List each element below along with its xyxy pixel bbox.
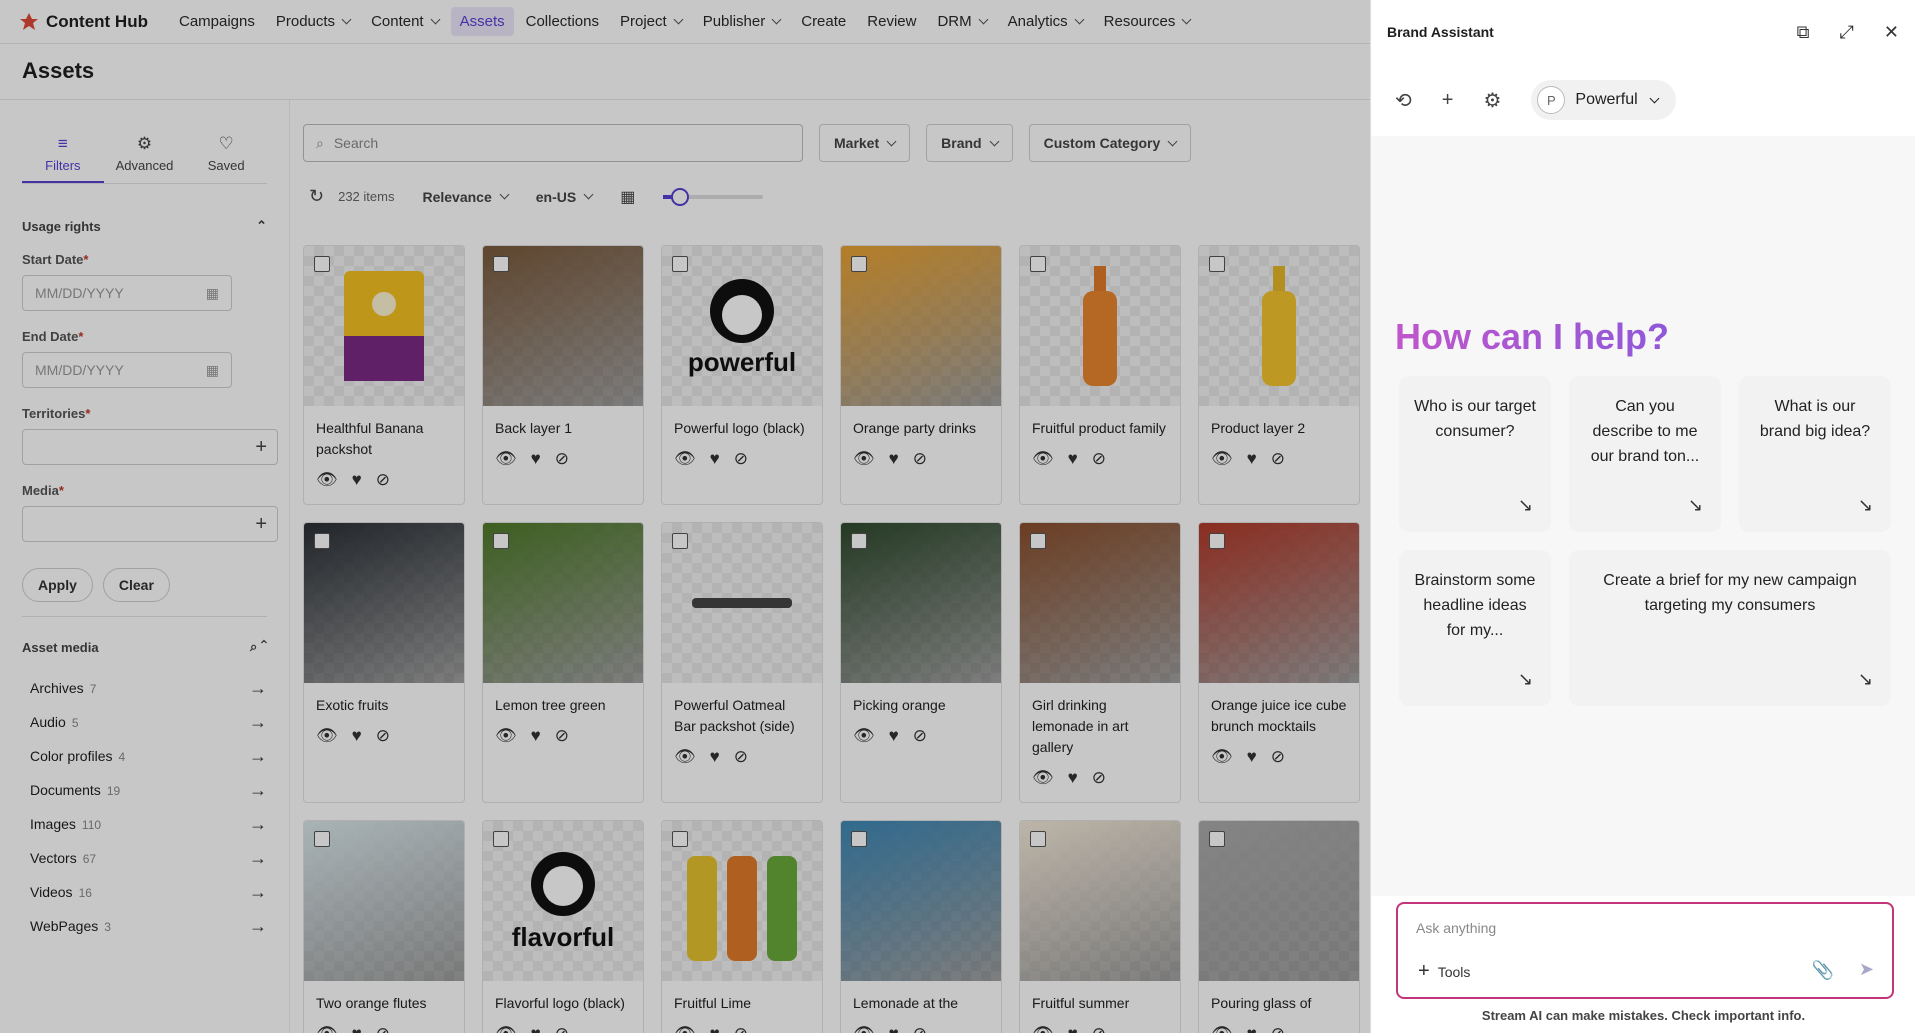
suggestion-text: Can you describe to me our brand ton... [1590, 398, 1700, 465]
settings-sliders-icon[interactable]: ⚙ [1483, 88, 1501, 113]
assistant-body: How can I help? Who is our target consum… [1371, 136, 1915, 896]
suggestion-text: Create a brief for my new campaign targe… [1603, 572, 1857, 614]
suggestion-card[interactable]: Brainstorm some headline ideas for my...… [1399, 550, 1551, 706]
send-icon[interactable]: ➤ [1859, 959, 1874, 980]
plus-icon: + [1418, 960, 1430, 982]
suggestion-card[interactable]: What is our brand big idea? ↘ [1739, 376, 1891, 532]
tools-button[interactable]: + Tools [1418, 960, 1470, 983]
suggestion-text: Who is our target consumer? [1414, 398, 1536, 440]
close-icon[interactable]: ✕ [1884, 22, 1899, 43]
ai-disclaimer: Stream AI can make mistakes. Check impor… [1481, 1008, 1806, 1023]
modal-backdrop[interactable] [0, 0, 1370, 1033]
arrow-down-right-icon: ↘ [1517, 669, 1533, 689]
chat-composer[interactable]: Ask anything + Tools 📎 ➤ [1396, 902, 1894, 999]
brand-assistant-panel: Brand Assistant ⧉ ⤢ ✕ ⟲ + ⚙ P Powerful H… [1370, 0, 1915, 1033]
assistant-window-controls: ⧉ ⤢ ✕ [1797, 22, 1899, 43]
agent-name: Powerful [1575, 91, 1638, 108]
suggestion-card[interactable]: Can you describe to me our brand ton... ↘ [1569, 376, 1721, 532]
assistant-title: Brand Assistant [1387, 24, 1494, 40]
expand-icon[interactable]: ⤢ [1840, 22, 1854, 43]
agent-selector[interactable]: P Powerful [1531, 80, 1676, 120]
arrow-down-right-icon: ↘ [1857, 669, 1873, 689]
assistant-header: Brand Assistant ⧉ ⤢ ✕ [1371, 0, 1915, 64]
chevron-down-icon [1649, 93, 1660, 103]
suggestion-text: What is our brand big idea? [1759, 398, 1871, 440]
history-icon[interactable]: ⟲ [1395, 88, 1412, 113]
suggestion-card[interactable]: Who is our target consumer? ↘ [1399, 376, 1551, 532]
open-external-icon[interactable]: ⧉ [1797, 22, 1810, 43]
new-chat-icon[interactable]: + [1442, 89, 1454, 112]
assistant-toolbar: ⟲ + ⚙ P Powerful [1371, 64, 1915, 136]
paperclip-icon[interactable]: 📎 [1812, 960, 1834, 981]
agent-avatar: P [1537, 86, 1566, 114]
suggestion-card[interactable]: Create a brief for my new campaign targe… [1569, 550, 1891, 706]
chat-input-placeholder: Ask anything [1416, 920, 1497, 936]
suggestion-text: Brainstorm some headline ideas for my... [1414, 572, 1536, 639]
arrow-down-right-icon: ↘ [1687, 495, 1703, 515]
arrow-down-right-icon: ↘ [1517, 495, 1533, 515]
tools-label: Tools [1437, 963, 1471, 980]
assistant-headline: How can I help? [1395, 316, 1670, 357]
arrow-down-right-icon: ↘ [1857, 495, 1873, 515]
